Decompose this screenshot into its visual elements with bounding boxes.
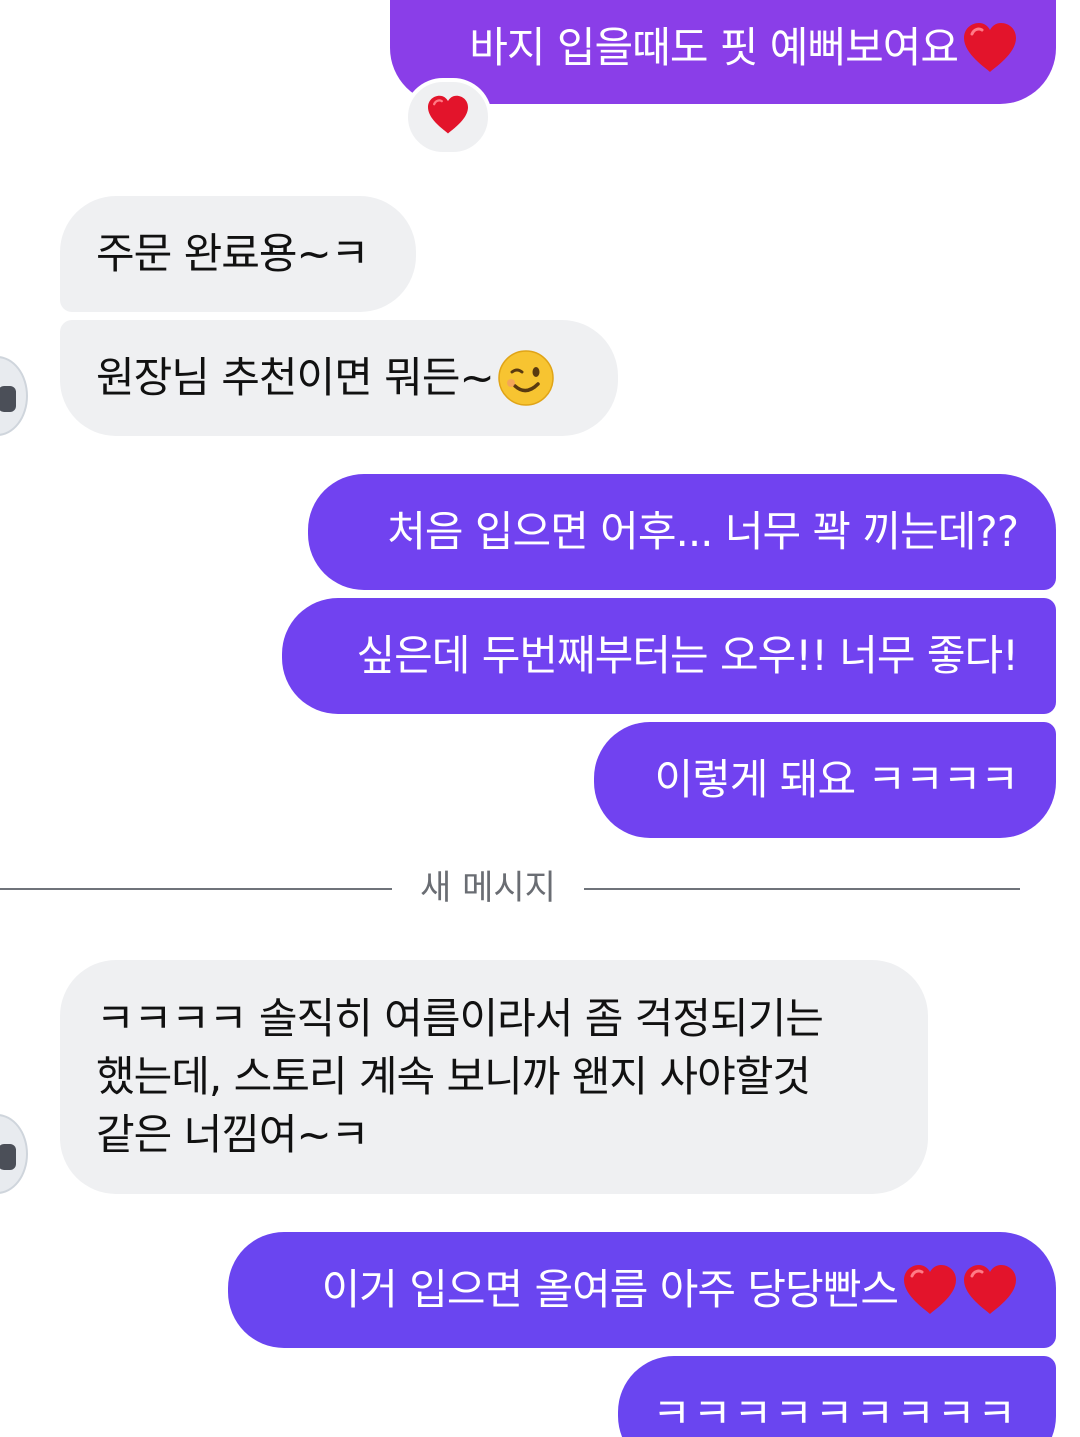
- message-text: 이렇게 돼요 ㅋㅋㅋㅋ: [654, 755, 1019, 804]
- new-messages-label: 새 메시지: [420, 868, 556, 908]
- message-text: ㅋㅋㅋㅋ 솔직히 여름이라서 좀 걱정되기는 했는데, 스토리 계속 보니까 왠…: [96, 990, 824, 1164]
- message-text: 원장님 추천이면 뭐든~: [96, 353, 495, 402]
- winking-face-icon: [497, 350, 554, 406]
- chat-thread: 바지 입을때도 핏 예뻐보여요 주문 완료용~ㅋ 원장님 추천이면 뭐든~ 처음…: [0, 0, 1080, 1437]
- message-text: 처음 입으면 어후... 너무 꽉 끼는데??: [387, 507, 1019, 556]
- message-bubble-outgoing[interactable]: 싶은데 두번째부터는 오우!! 너무 좋다!: [282, 598, 1056, 714]
- message-text: 이거 입으면 올여름 아주 당당빤스: [321, 1265, 899, 1314]
- message-bubble-outgoing[interactable]: 이렇게 돼요 ㅋㅋㅋㅋ: [594, 722, 1056, 838]
- message-bubble-incoming[interactable]: 주문 완료용~ㅋ: [60, 196, 416, 312]
- red-heart-icon: [902, 1264, 958, 1316]
- red-heart-icon: [962, 22, 1018, 74]
- message-text: 바지 입을때도 핏 예뻐보여요: [469, 23, 959, 72]
- contact-avatar[interactable]: [0, 356, 28, 436]
- contact-avatar[interactable]: [0, 1114, 28, 1194]
- divider-line-left: [0, 888, 392, 890]
- message-line: 했는데, 스토리 계속 보니까 왠지 사야할것: [96, 1052, 811, 1101]
- message-line: 같은 너낌여~ㅋ: [96, 1110, 369, 1159]
- red-heart-icon: [962, 1264, 1018, 1316]
- message-bubble-outgoing[interactable]: 바지 입을때도 핏 예뻐보여요: [390, 0, 1056, 104]
- divider-line-right: [584, 888, 1020, 890]
- message-line: ㅋㅋㅋㅋ 솔직히 여름이라서 좀 걱정되기는: [96, 994, 824, 1043]
- message-bubble-incoming[interactable]: 원장님 추천이면 뭐든~: [60, 320, 618, 436]
- message-bubble-incoming[interactable]: ㅋㅋㅋㅋ 솔직히 여름이라서 좀 걱정되기는 했는데, 스토리 계속 보니까 왠…: [60, 960, 928, 1194]
- message-text: 싶은데 두번째부터는 오우!! 너무 좋다!: [356, 631, 1019, 680]
- red-heart-icon: [426, 95, 470, 139]
- message-text: 주문 완료용~ㅋ: [96, 229, 369, 278]
- message-bubble-outgoing[interactable]: 처음 입으면 어후... 너무 꽉 끼는데??: [308, 474, 1056, 590]
- message-bubble-outgoing[interactable]: 이거 입으면 올여름 아주 당당빤스: [228, 1232, 1056, 1348]
- message-reaction[interactable]: [404, 78, 492, 156]
- message-text: ㅋㅋㅋㅋㅋㅋㅋㅋㅋ: [652, 1389, 1018, 1437]
- message-bubble-outgoing[interactable]: ㅋㅋㅋㅋㅋㅋㅋㅋㅋ: [618, 1356, 1056, 1437]
